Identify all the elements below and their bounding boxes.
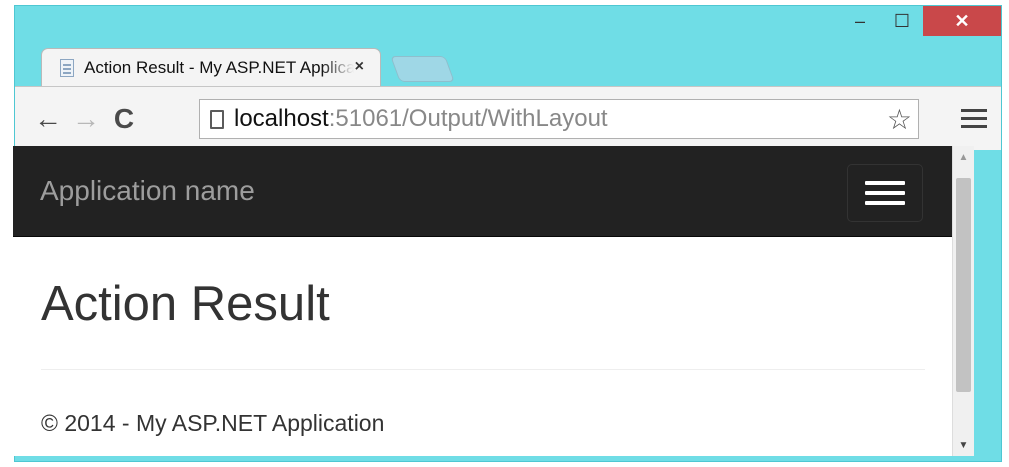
- url-path: :51061/Output/WithLayout: [328, 105, 608, 132]
- window-controls: – ☐ ✕: [839, 6, 1001, 40]
- maximize-button[interactable]: ☐: [881, 6, 923, 36]
- divider: [41, 369, 925, 370]
- address-bar[interactable]: localhost:51061/Output/WithLayout ☆: [199, 99, 919, 139]
- favicon-icon: [60, 58, 74, 77]
- reload-icon[interactable]: C: [105, 99, 143, 139]
- hamburger-icon[interactable]: [847, 164, 923, 222]
- url-host: localhost: [234, 105, 329, 132]
- star-icon[interactable]: ☆: [887, 103, 912, 136]
- close-window-button[interactable]: ✕: [923, 6, 1001, 36]
- forward-icon[interactable]: →: [67, 99, 105, 139]
- new-tab-button[interactable]: [390, 56, 455, 82]
- url-text: localhost:51061/Output/WithLayout: [234, 105, 608, 133]
- back-icon[interactable]: ←: [29, 99, 67, 139]
- tab-title: Action Result - My ASP.NET Application: [84, 57, 354, 77]
- page-icon: [210, 109, 224, 129]
- site-navbar: Application name: [13, 146, 952, 237]
- vertical-scrollbar[interactable]: ▲ ▼: [952, 146, 974, 456]
- page-title: Action Result: [41, 277, 330, 331]
- scrollbar-thumb[interactable]: [956, 178, 971, 392]
- menu-icon[interactable]: [961, 101, 987, 135]
- brand-link[interactable]: Application name: [40, 175, 255, 207]
- browser-toolbar: ← → C localhost:51061/Output/WithLayout …: [15, 86, 1001, 150]
- tab-action-result[interactable]: Action Result - My ASP.NET Application ×: [41, 48, 381, 86]
- minimize-button[interactable]: –: [839, 6, 881, 36]
- tab-close-icon[interactable]: ×: [355, 58, 364, 76]
- page-viewport: Application name Action Result © 2014 - …: [13, 146, 952, 456]
- scroll-up-icon[interactable]: ▲: [953, 146, 974, 168]
- scroll-down-icon[interactable]: ▼: [953, 434, 974, 456]
- footer-text: © 2014 - My ASP.NET Application: [41, 410, 385, 436]
